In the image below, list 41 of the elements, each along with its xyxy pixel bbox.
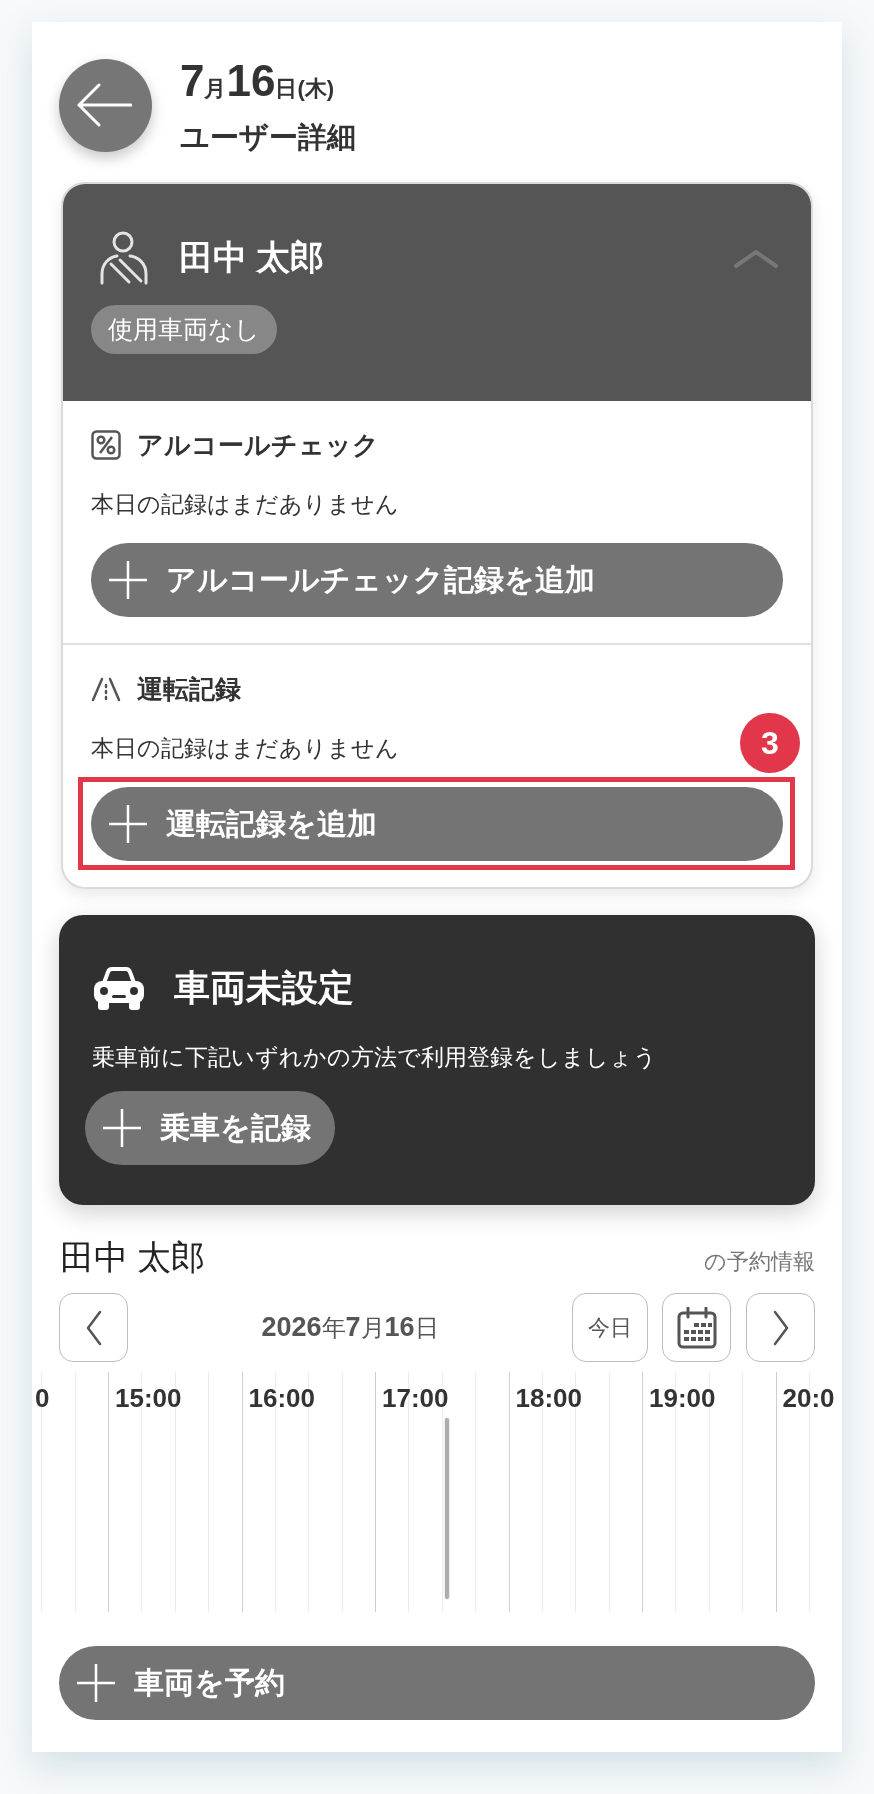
reserve-vehicle-button[interactable]: 車両を予約 — [59, 1646, 815, 1720]
previous-button[interactable] — [59, 1293, 128, 1362]
calendar-button[interactable] — [662, 1293, 731, 1362]
vehicle-message: 乗車前に下記いずれかの方法で利用登録をしましょう — [92, 1043, 657, 1071]
road-icon — [91, 676, 121, 702]
plus-icon — [108, 804, 148, 844]
next-button[interactable] — [746, 1293, 815, 1362]
percent-icon — [91, 430, 121, 460]
page-title: ユーザー詳細 — [180, 120, 356, 154]
car-icon — [92, 965, 146, 1011]
user-name: 田中 太郎 — [60, 1237, 206, 1277]
vehicle-status-badge: 使用車両なし — [91, 305, 277, 354]
plus-icon — [102, 1108, 142, 1148]
hour-label: 0 — [35, 1384, 50, 1412]
reservation-caption: の予約情報 — [704, 1248, 815, 1276]
today-button[interactable]: 今日 — [572, 1293, 648, 1362]
add-record-button[interactable]: 運転記録を追加 — [91, 787, 783, 861]
calendar-icon — [676, 1306, 717, 1349]
user-name: 田中 太郎 — [179, 237, 325, 278]
back-button[interactable] — [59, 58, 152, 152]
chevron-right-icon — [771, 1309, 790, 1346]
section-title: 運転記録 — [137, 674, 241, 704]
hour-label: 15:00 — [115, 1384, 182, 1412]
hour-label: 16:00 — [248, 1384, 315, 1412]
step-badge: 3 — [740, 713, 800, 773]
vehicle-title: 車両未設定 — [174, 965, 354, 1010]
person-icon — [99, 231, 149, 285]
section-title: アルコールチェック — [137, 430, 379, 460]
plus-icon — [76, 1663, 116, 1703]
hour-label: 20:0 — [782, 1384, 835, 1412]
hour-label: 18:00 — [515, 1384, 582, 1412]
date-label: 2026年7月16日 — [261, 1311, 439, 1344]
plus-icon — [108, 560, 148, 600]
empty-message: 本日の記録はまだありません — [91, 490, 399, 518]
empty-message: 本日の記録はまだありません — [91, 734, 399, 762]
arrow-left-icon — [75, 83, 132, 127]
hour-label: 17:00 — [382, 1384, 449, 1412]
hour-label: 19:00 — [649, 1384, 716, 1412]
record-ride-button[interactable]: 乗車を記録 — [85, 1091, 335, 1165]
add-record-button[interactable]: アルコールチェック記録を追加 — [91, 543, 783, 617]
chevron-left-icon — [84, 1309, 103, 1346]
